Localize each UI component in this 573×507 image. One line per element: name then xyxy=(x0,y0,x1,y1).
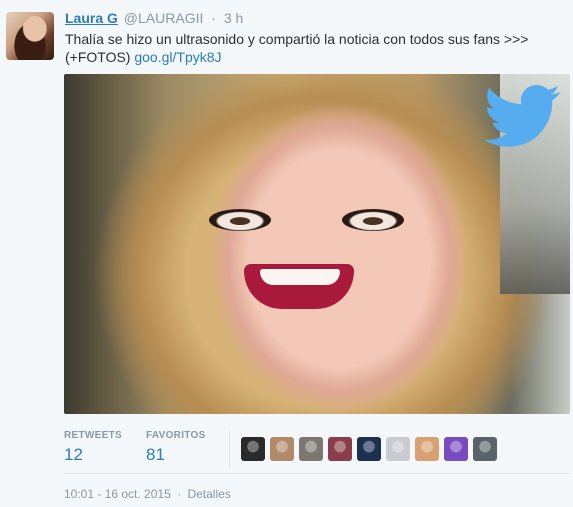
favoriter-avatar[interactable] xyxy=(444,437,468,461)
tweet-header: Laura G @LAURAGII · 3 h xyxy=(65,10,243,26)
retweets-label: RETWEETS xyxy=(64,430,122,441)
tweet-link[interactable]: goo.gl/Tpyk8J xyxy=(134,49,221,65)
details-link[interactable]: Detalles xyxy=(187,487,230,501)
favorites-count[interactable]: 81 xyxy=(146,445,206,465)
full-timestamp: 10:01 - 16 oct. 2015 xyxy=(64,487,171,501)
photo-detail xyxy=(209,209,271,231)
photo-detail xyxy=(342,209,404,231)
separator-dot: · xyxy=(211,10,216,26)
screen-name[interactable]: @LAURAGII xyxy=(124,10,204,26)
retweets-stat[interactable]: RETWEETS 12 xyxy=(64,430,122,465)
user-name[interactable]: Laura G xyxy=(65,10,118,26)
tweet-photo[interactable] xyxy=(64,74,570,414)
divider xyxy=(64,473,570,474)
tweet-timestamp[interactable]: 3 h xyxy=(224,10,243,26)
twitter-bird-icon xyxy=(484,85,561,147)
photo-detail xyxy=(260,269,340,285)
separator-dot: · xyxy=(177,487,182,501)
favorites-label: FAVORITOS xyxy=(146,430,206,441)
favoriter-avatar[interactable] xyxy=(386,437,410,461)
favoriter-avatar[interactable] xyxy=(241,437,265,461)
favoriter-avatar[interactable] xyxy=(270,437,294,461)
tweet-meta: 10:01 - 16 oct. 2015 · Detalles xyxy=(64,487,231,501)
favoriter-avatar[interactable] xyxy=(328,437,352,461)
avatar[interactable] xyxy=(6,12,54,60)
favoriter-avatar[interactable] xyxy=(299,437,323,461)
retweets-count[interactable]: 12 xyxy=(64,445,122,465)
favoriter-avatar[interactable] xyxy=(415,437,439,461)
stats-divider xyxy=(229,430,230,468)
tweet-text: Thalía se hizo un ultrasonido y comparti… xyxy=(65,30,560,66)
favoriter-avatar[interactable] xyxy=(357,437,381,461)
tweet: Laura G @LAURAGII · 3 h Thalía se hizo u… xyxy=(0,0,573,507)
favorites-stat[interactable]: FAVORITOS 81 xyxy=(146,430,206,465)
favoriter-avatar[interactable] xyxy=(473,437,497,461)
